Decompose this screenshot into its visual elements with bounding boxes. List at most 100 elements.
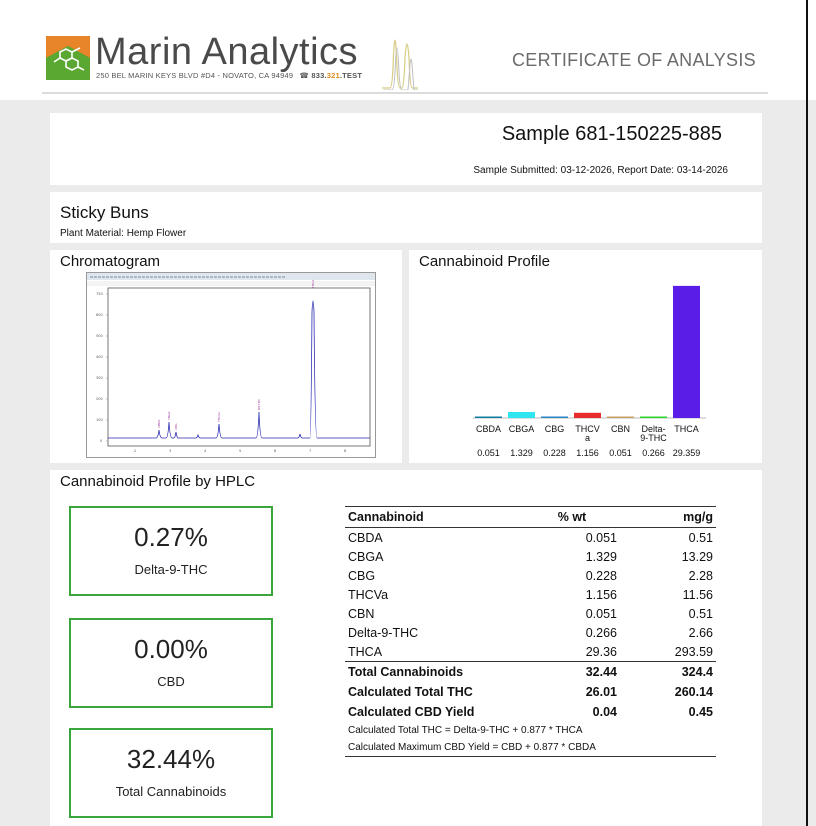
cannabinoid-profile-chart: CBDA0.051CBGA1.329CBG0.228THCVa1.156CBN0… [473,285,706,458]
molecule-logo-icon [46,36,90,80]
chromatogram-title: Chromatogram [60,253,161,270]
tick-label-cbga: CBGA [509,424,535,434]
bar-thcva [574,412,601,418]
total-thc-row: Calculated Total THC 26.01 260.14 [345,682,716,702]
summary-cbd-label: CBD [157,674,185,689]
svg-text:3: 3 [169,449,171,453]
svg-text:750: 750 [96,292,103,296]
row-name: CBDA [348,530,383,545]
table-row: THCA 29.36 293.59 [345,642,716,662]
product-info-card: Sticky Buns Plant Material: Hemp Flower [50,192,762,243]
cbd-name: Calculated CBD Yield [348,705,475,719]
tick-label-thca: THCA [674,424,699,434]
row-wt: 1.156 [585,587,617,602]
col-header-mg: mg/g [620,506,716,528]
document-title: CERTIFICATE OF ANALYSIS [512,50,756,70]
hplc-title: Cannabinoid Profile by HPLC [60,473,256,490]
lab-address: 250 BEL MARIN KEYS BLVD #D4 - NOVATO, CA… [96,71,294,80]
table-row: CBGA 1.329 13.29 [345,547,716,566]
thc-name: Calculated Total THC [348,685,473,699]
tick-label-cbda: CBDA [476,424,501,434]
row-mg: 293.59 [674,644,713,659]
lab-address-line: 250 BEL MARIN KEYS BLVD #D4 - NOVATO, CA… [96,71,362,80]
note-row: Calculated Maximum CBD Yield = CBD + 0.8… [345,739,716,757]
row-mg: 2.28 [688,568,713,583]
bar-thca [673,285,700,418]
row-mg: 2.66 [688,625,713,640]
svg-text:CBGA: CBGA [167,411,171,420]
table-row: Delta-9-THC 0.266 2.66 [345,623,716,642]
thc-wt: 26.01 [585,685,617,699]
svg-text:400: 400 [96,355,103,359]
bar-cbg [541,416,568,418]
summary-box-thc: 0.27% Delta-9-THC [69,506,273,596]
row-name: Delta-9-THC [348,625,419,640]
bar-delta-9-thc [640,416,667,418]
page-edge [806,0,808,826]
data-label-thcva: 1.156 [576,448,599,458]
row-name: CBGA [348,549,384,564]
total-mg: 324.4 [620,661,716,682]
row-name: THCA [348,644,383,659]
sample-info-card: Sample 681-150225-885 Sample Submitted: … [50,113,762,185]
svg-text:THCVa: THCVa [217,412,221,423]
row-name: THCVa [348,587,389,602]
row-wt: 1.329 [585,549,617,564]
data-label-cbn: 0.051 [609,448,632,458]
tick-label-cbn: CBN [611,424,630,434]
hplc-section: Cannabinoid Profile by HPLC 0.27% Delta-… [50,470,762,826]
note-row: Calculated Total THC = Delta-9-THC + 0.8… [345,722,716,739]
bar-cbga [508,412,535,418]
svg-text:0: 0 [100,439,102,443]
svg-text:500: 500 [96,334,103,338]
row-mg: 0.51 [688,530,713,545]
cannabinoid-profile-card: Cannabinoid Profile CBDA 0.051 CBGA 1.329 CB… [409,250,762,463]
summary-total-label: Total Cannabinoids [115,784,227,799]
table-row: THCVa 1.156 11.56 [345,585,716,604]
thc-formula-note: Calculated Total THC = Delta-9-THC + 0.8… [348,725,583,736]
results-table: Cannabinoid % wt mg/g CBDA 0.051 0.51 CB… [345,506,716,757]
data-label-cbda: 0.051 [477,448,500,458]
table-row: CBN 0.051 0.51 [345,604,716,623]
svg-text:600: 600 [96,313,103,317]
total-name: Total Cannabinoids [345,661,524,682]
total-cannabinoids-row: Total Cannabinoids 32.44 324.4 [345,661,716,682]
data-label-cbg: 0.228 [543,448,566,458]
svg-text:D9-THC: D9-THC [257,399,261,410]
svg-text:300: 300 [96,376,103,380]
svg-text:THCA: THCA [311,279,315,289]
bar-cbn [607,416,634,418]
table-row: CBG 0.228 2.28 [345,566,716,585]
sample-dates: Sample Submitted: 03-12-2026, Report Dat… [473,165,728,176]
thc-mg: 260.14 [674,685,713,699]
svg-text:2: 2 [134,449,136,453]
data-label-thca: 29.359 [673,448,701,458]
svg-text:6: 6 [274,449,276,453]
row-name: CBN [348,606,375,621]
cbd-wt: 0.04 [592,705,617,719]
tick-label-delta-9-thc: 9-THC [640,433,667,443]
col-header-wt: % wt [524,506,620,528]
row-wt: 0.266 [585,625,617,640]
chromatogram-peaks-icon [382,39,418,90]
svg-text:7: 7 [309,449,311,453]
product-name: Sticky Buns [60,203,149,222]
plant-material: Plant Material: Hemp Flower [60,228,187,239]
tick-label-cbg: CBG [545,424,565,434]
row-wt: 0.051 [585,530,617,545]
svg-text:200: 200 [96,397,103,401]
results-header-row: Cannabinoid % wt mg/g [345,506,716,528]
header-divider [42,92,768,94]
summary-total-value: 32.44% [126,744,216,774]
col-header-cannabinoid: Cannabinoid [345,506,524,528]
cbd-formula-note: Calculated Maximum CBD Yield = CBD + 0.8… [345,739,716,757]
row-wt: 29.36 [585,644,617,659]
summary-thc-label: Delta-9-THC [134,562,208,577]
data-label-delta-9-thc: 0.266 [642,448,665,458]
summary-thc-value: 0.27% [134,522,208,552]
row-mg: 0.51 [688,606,713,621]
sample-id: Sample 681-150225-885 [501,123,722,145]
svg-text:8: 8 [344,449,346,453]
cbd-yield-row: Calculated CBD Yield 0.04 0.45 [345,702,716,722]
data-label-cbga: 1.329 [510,448,533,458]
